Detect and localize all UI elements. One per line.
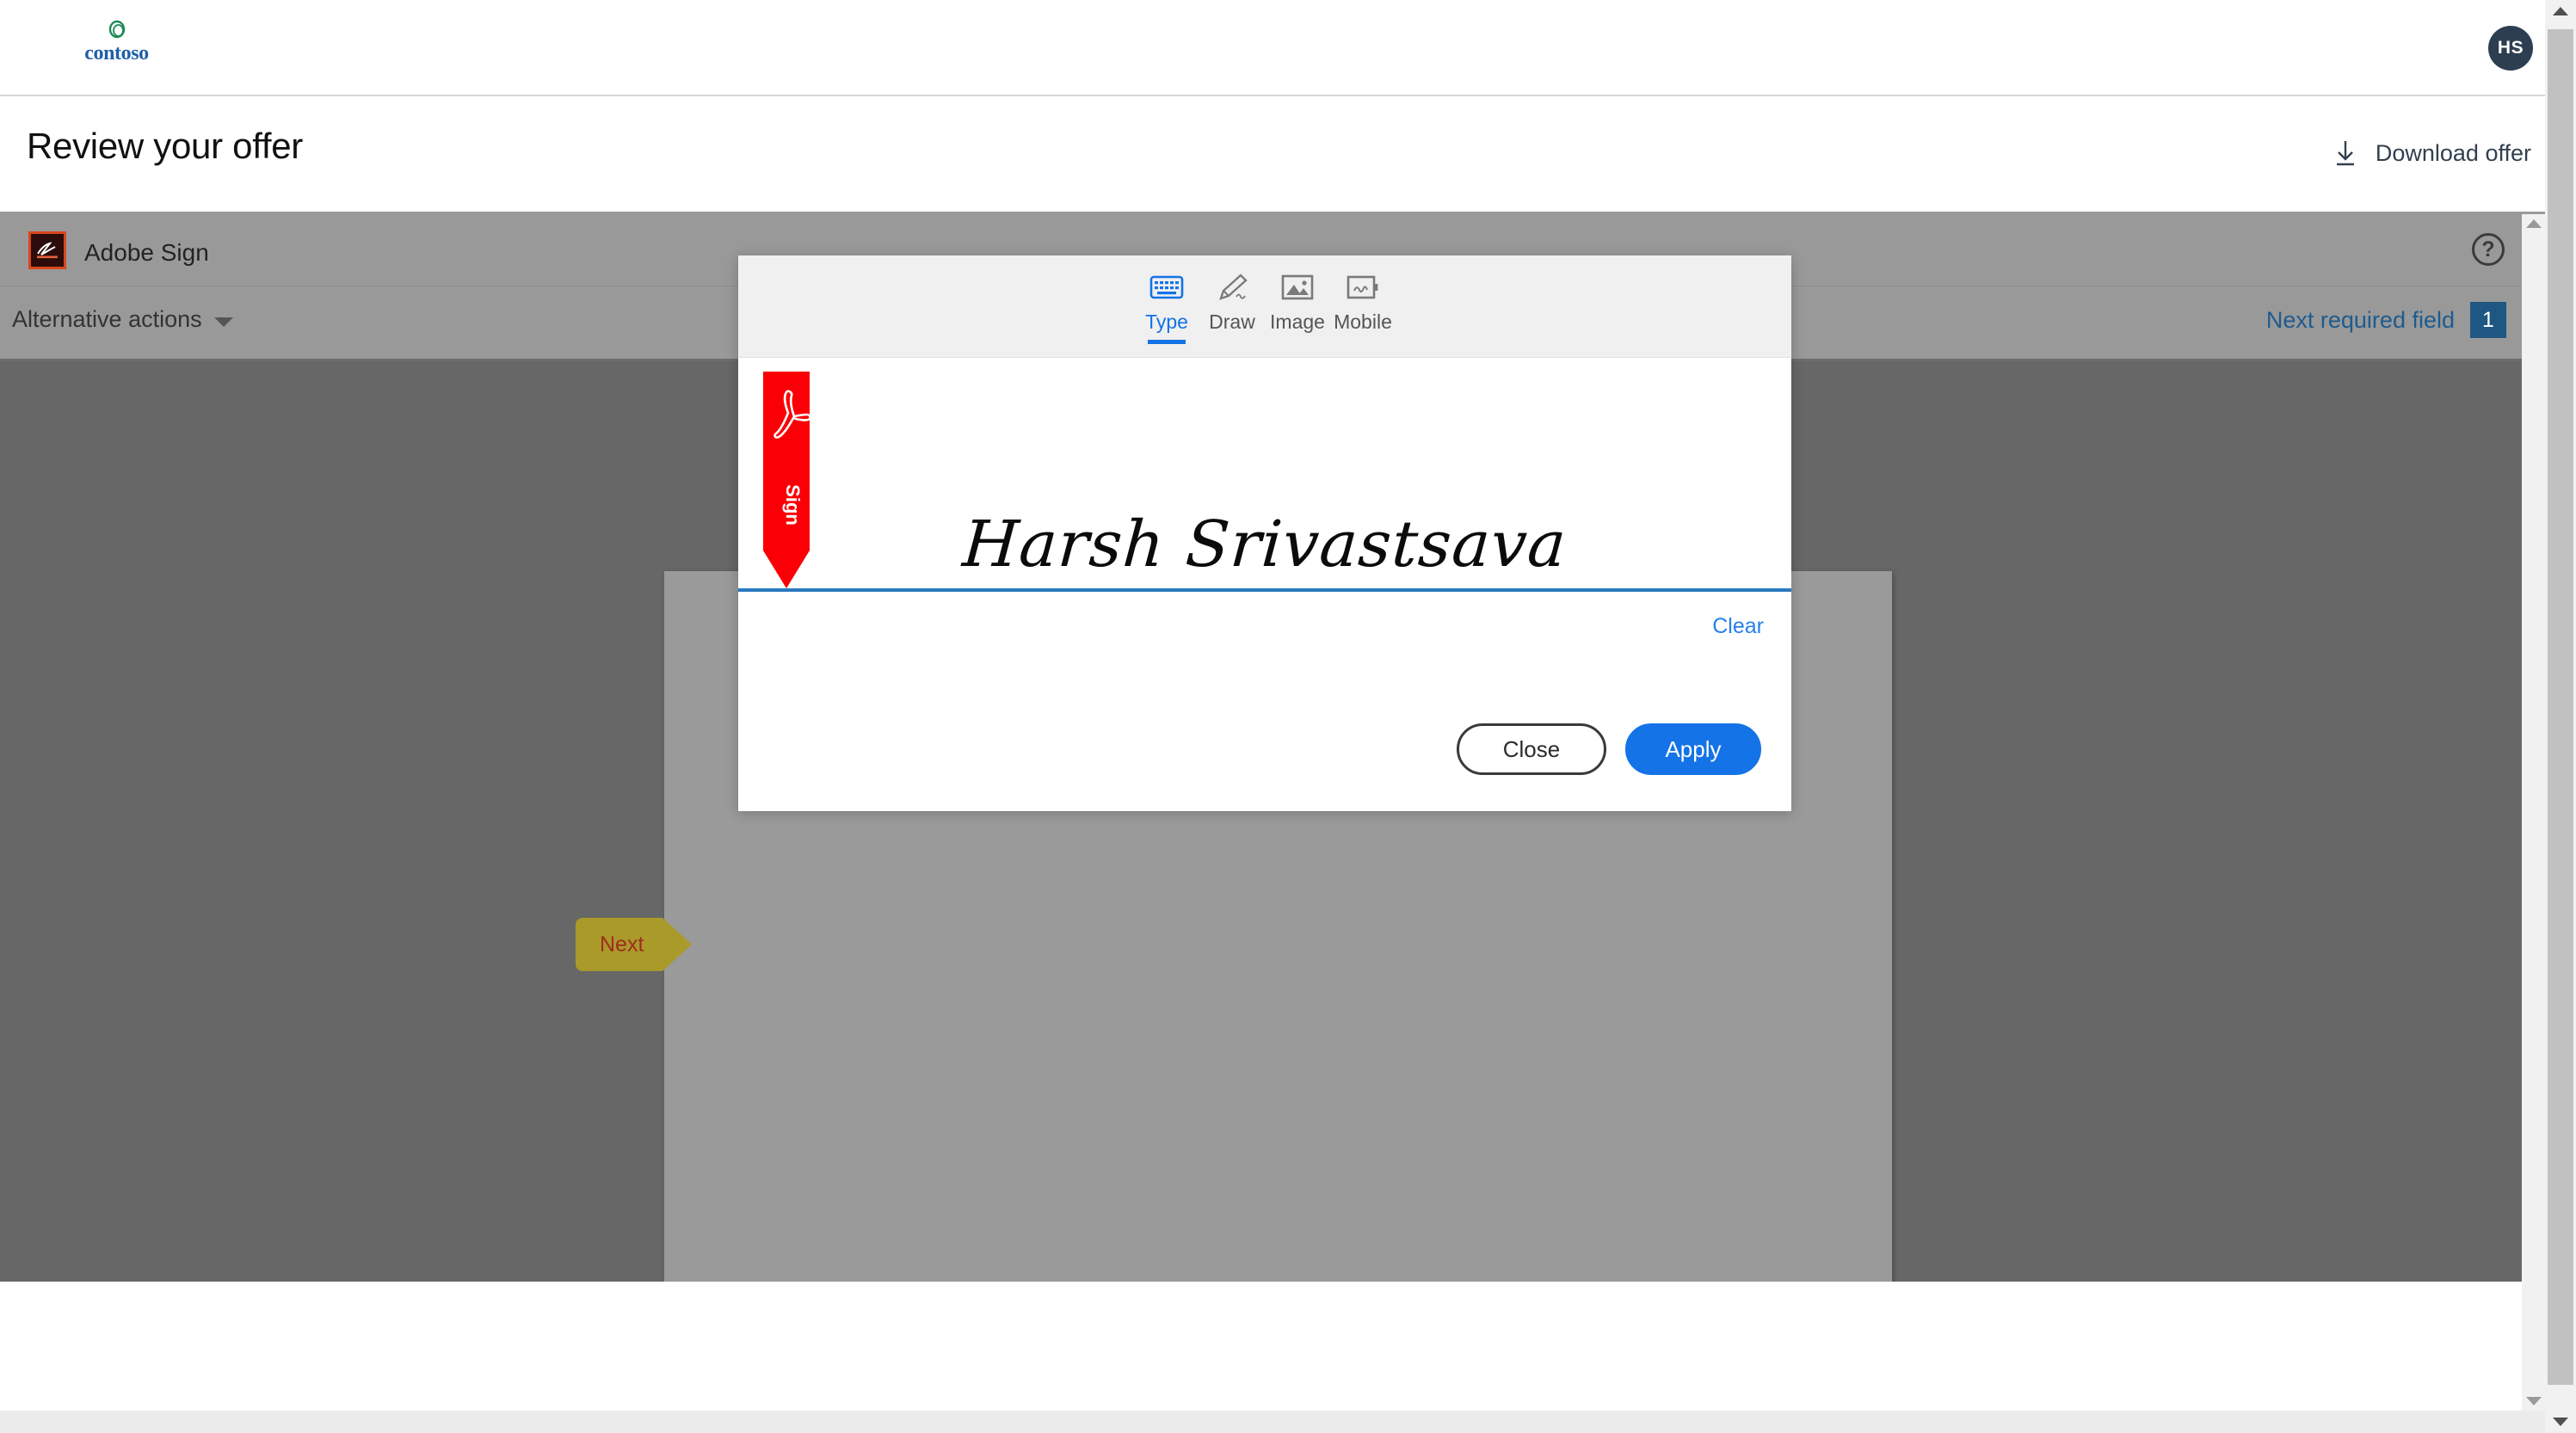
- pen-icon: [1215, 269, 1249, 305]
- next-required-field-count: 1: [2470, 302, 2506, 338]
- alternative-actions-dropdown[interactable]: Alternative actions: [12, 306, 233, 333]
- contoso-logo[interactable]: contoso: [67, 19, 166, 64]
- adobe-sign-title: Adobe Sign: [84, 239, 209, 266]
- keyboard-icon: [1149, 269, 1184, 305]
- adobe-sign-icon: [28, 231, 66, 269]
- scroll-down-icon[interactable]: [2525, 1397, 2542, 1405]
- help-question-icon[interactable]: ?: [2472, 233, 2505, 266]
- apply-button[interactable]: Apply: [1625, 723, 1761, 775]
- download-offer-label: Download offer: [2375, 139, 2531, 166]
- tab-image[interactable]: Image: [1265, 255, 1330, 344]
- scroll-up-icon[interactable]: [2553, 7, 2568, 15]
- bottom-strip: [0, 1411, 2576, 1433]
- chevron-down-icon: [213, 317, 233, 327]
- scroll-up-icon[interactable]: [2525, 219, 2542, 228]
- clear-row: Clear: [738, 592, 1791, 664]
- next-field-tag-label: Next: [576, 918, 663, 971]
- mobile-signature-icon: [1346, 269, 1380, 305]
- signature-value[interactable]: Harsh Srivastsava: [736, 507, 1794, 581]
- tab-image-label: Image: [1270, 311, 1325, 333]
- scroll-down-icon[interactable]: [2553, 1418, 2568, 1426]
- tab-draw-label: Draw: [1209, 311, 1255, 333]
- tab-mobile-label: Mobile: [1334, 311, 1392, 333]
- scrollbar-thumb[interactable]: [2548, 29, 2573, 1385]
- modal-action-buttons: Close Apply: [1457, 723, 1761, 775]
- signature-mode-tabs: Type Draw Image Mobile: [738, 255, 1791, 358]
- next-required-field-label: Next required field: [2265, 306, 2455, 333]
- tab-draw[interactable]: Draw: [1199, 255, 1265, 344]
- next-field-tag-arrow: [662, 918, 693, 971]
- avatar[interactable]: HS: [2488, 26, 2533, 71]
- page-title-bar: Review your offer Download offer: [0, 96, 2576, 214]
- page-title: Review your offer: [27, 126, 303, 166]
- next-required-field-button[interactable]: Next required field 1: [2266, 302, 2506, 338]
- download-offer-button[interactable]: Download offer: [2333, 139, 2531, 167]
- tab-type[interactable]: Type: [1134, 255, 1199, 344]
- download-arrow-icon: [2333, 139, 2358, 167]
- signature-modal: Type Draw Image Mobile Sign Harsh Srivas…: [738, 255, 1791, 811]
- tab-type-label: Type: [1145, 311, 1188, 333]
- image-icon: [1280, 269, 1315, 305]
- contoso-wordmark: contoso: [84, 42, 149, 65]
- clear-signature-link[interactable]: Clear: [1712, 614, 1764, 639]
- brand-bar: contoso HS: [0, 0, 2576, 96]
- alternative-actions-label: Alternative actions: [12, 306, 202, 332]
- close-button[interactable]: Close: [1457, 723, 1606, 775]
- browser-scrollbar[interactable]: [2545, 0, 2576, 1433]
- contoso-ring-icon: [106, 19, 128, 41]
- tab-mobile[interactable]: Mobile: [1330, 255, 1396, 344]
- inner-scrollbar[interactable]: [2522, 214, 2545, 1411]
- next-field-tag[interactable]: Next: [576, 918, 693, 971]
- signature-input-area[interactable]: Sign Harsh Srivastsava: [738, 358, 1791, 592]
